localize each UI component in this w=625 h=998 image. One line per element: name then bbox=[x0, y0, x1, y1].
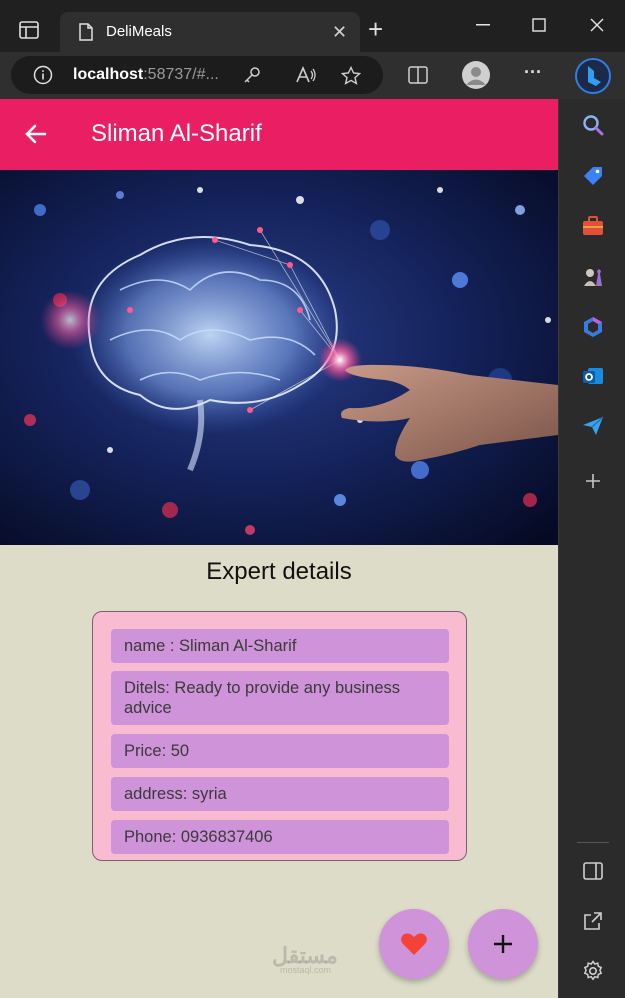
add-button[interactable] bbox=[468, 909, 538, 979]
address-bar[interactable]: localhost:58737/#... bbox=[11, 56, 383, 94]
tools-icon[interactable] bbox=[581, 214, 605, 238]
detail-address: address: syria bbox=[111, 777, 449, 811]
address-path: :58737/#... bbox=[143, 66, 219, 83]
profile-avatar[interactable] bbox=[462, 61, 490, 89]
favorites-star-icon[interactable] bbox=[341, 66, 361, 86]
edge-sidebar bbox=[558, 99, 625, 998]
section-title: Expert details bbox=[206, 558, 352, 585]
settings-gear-icon[interactable] bbox=[581, 959, 605, 983]
copilot-icon[interactable] bbox=[574, 57, 612, 95]
shopping-tag-icon[interactable] bbox=[581, 164, 605, 188]
search-icon[interactable] bbox=[581, 113, 605, 137]
sidebar-divider bbox=[577, 842, 609, 843]
page-title: Sliman Al-Sharif bbox=[91, 120, 262, 147]
read-aloud-icon[interactable] bbox=[295, 66, 317, 84]
games-icon[interactable] bbox=[581, 265, 605, 289]
browser-toolbar: localhost:58737/#... ··· bbox=[0, 52, 625, 99]
minimize-icon[interactable] bbox=[476, 24, 490, 26]
plus-icon bbox=[494, 935, 512, 953]
split-screen-icon[interactable] bbox=[408, 66, 428, 84]
send-icon[interactable] bbox=[581, 414, 605, 438]
watermark-url: mostaql.com bbox=[280, 965, 332, 975]
detail-price: Price: 50 bbox=[111, 734, 449, 768]
detail-phone: Phone: 0936837406 bbox=[111, 820, 449, 854]
close-tab-icon[interactable]: ✕ bbox=[332, 22, 347, 43]
app-bar: Sliman Al-Sharif bbox=[0, 99, 558, 170]
sidebar-toggle-icon[interactable] bbox=[581, 859, 605, 883]
close-window-icon[interactable] bbox=[590, 18, 604, 32]
favorite-button[interactable] bbox=[379, 909, 449, 979]
address-text: localhost:58737/#... bbox=[73, 66, 219, 84]
more-options-icon[interactable]: ··· bbox=[524, 62, 542, 83]
maximize-icon[interactable] bbox=[532, 18, 546, 32]
expert-details-card: name : Sliman Al-Sharif Ditels: Ready to… bbox=[92, 611, 467, 861]
external-link-icon[interactable] bbox=[581, 909, 605, 933]
add-icon[interactable] bbox=[581, 469, 605, 493]
new-tab-button[interactable]: + bbox=[368, 16, 383, 42]
key-icon[interactable] bbox=[243, 66, 261, 84]
address-host: localhost bbox=[73, 66, 144, 83]
app-viewport: Sliman Al-Sharif Expert details name: S… bbox=[0, 99, 558, 998]
outlook-icon[interactable] bbox=[581, 364, 605, 388]
detail-description: Ditels: Ready to provide any business ad… bbox=[111, 671, 449, 725]
expert-image bbox=[0, 170, 558, 545]
tab-actions-icon[interactable] bbox=[18, 20, 40, 40]
site-info-icon[interactable] bbox=[33, 65, 53, 85]
detail-name: name : Sliman Al-Sharif bbox=[111, 629, 449, 663]
tab-title: DeliMeals bbox=[106, 23, 172, 40]
arrow-left-icon[interactable] bbox=[24, 122, 48, 146]
browser-tab[interactable]: DeliMeals ✕ bbox=[60, 12, 360, 52]
page-icon bbox=[79, 23, 93, 41]
microsoft-365-icon[interactable] bbox=[581, 315, 605, 339]
browser-titlebar: DeliMeals ✕ + bbox=[0, 0, 625, 52]
heart-icon bbox=[401, 933, 427, 955]
